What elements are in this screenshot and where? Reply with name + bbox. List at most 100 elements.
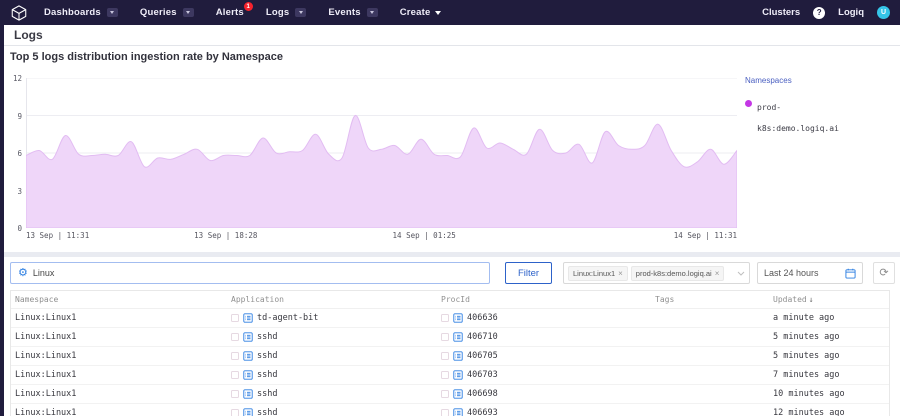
row-checkbox[interactable]	[231, 409, 239, 416]
namespace-cell: Linux:Linux1	[15, 332, 231, 342]
row-checkbox[interactable]	[441, 333, 449, 341]
nav-item-create[interactable]: Create	[400, 7, 442, 18]
row-checkbox[interactable]	[231, 352, 239, 360]
legend-item[interactable]: prod-k8s:demo.logiq.ai	[745, 97, 897, 139]
nav-item-queries[interactable]: Queries	[140, 7, 194, 18]
view-logs-icon[interactable]	[243, 351, 253, 361]
row-checkbox[interactable]	[231, 314, 239, 322]
view-logs-icon[interactable]	[453, 332, 463, 342]
time-range-picker[interactable]: Last 24 hours	[757, 262, 863, 284]
table-row[interactable]: Linux:Linux1sshd4067105 minutes ago	[11, 328, 889, 347]
table-row[interactable]: Linux:Linux1sshd4067037 minutes ago	[11, 366, 889, 385]
row-checkbox[interactable]	[231, 390, 239, 398]
chevron-down-icon[interactable]	[367, 8, 378, 17]
row-checkbox[interactable]	[231, 333, 239, 341]
row-checkbox[interactable]	[441, 409, 449, 416]
chevron-down-icon[interactable]	[737, 269, 745, 278]
nav-item-alerts[interactable]: Alerts1	[216, 7, 244, 18]
time-range-value: Last 24 hours	[764, 268, 845, 278]
application-label: sshd	[257, 332, 277, 342]
selected-tags: Linux:Linux1×prod-k8s:demo.logiq.ai×	[568, 266, 724, 281]
gear-icon[interactable]: ⚙	[18, 268, 28, 279]
row-checkbox[interactable]	[441, 352, 449, 360]
column-header-procid: ProcId	[441, 295, 655, 304]
refresh-icon[interactable]: ⟳	[873, 262, 895, 284]
nav-item-events[interactable]: Events	[328, 7, 377, 18]
procid-cell: 406703	[441, 370, 655, 380]
nav-item-label: Create	[400, 7, 431, 18]
x-tick-label: 13 Sep | 18:28	[194, 231, 257, 240]
row-checkbox[interactable]	[231, 371, 239, 379]
logs-card: ⚙ Filter Linux:Linux1×prod-k8s:demo.logi…	[4, 257, 900, 416]
procid-label: 406703	[467, 370, 498, 380]
application-label: sshd	[257, 408, 277, 416]
view-logs-icon[interactable]	[453, 313, 463, 323]
namespace-cell: Linux:Linux1	[15, 389, 231, 399]
view-logs-icon[interactable]	[453, 351, 463, 361]
procid-cell: 406705	[441, 351, 655, 361]
table-row[interactable]: Linux:Linux1sshd40669312 minutes ago	[11, 404, 889, 416]
remove-tag-icon[interactable]: ×	[715, 269, 720, 278]
search-input[interactable]	[33, 268, 482, 278]
procid-cell: 406693	[441, 408, 655, 416]
application-cell: sshd	[231, 351, 441, 361]
y-tick-label: 6	[6, 149, 22, 158]
application-cell: sshd	[231, 408, 441, 416]
user-avatar[interactable]: U	[877, 6, 890, 19]
view-logs-icon[interactable]	[243, 313, 253, 323]
search-box[interactable]: ⚙	[10, 262, 490, 284]
chevron-down-icon[interactable]	[107, 8, 118, 17]
tag-select[interactable]: Linux:Linux1×prod-k8s:demo.logiq.ai×	[563, 262, 750, 284]
nav-item-dashboards[interactable]: Dashboards	[44, 7, 118, 18]
view-logs-icon[interactable]	[243, 389, 253, 399]
page-title: Logs	[14, 28, 43, 42]
nav-item-label: Logs	[266, 7, 290, 18]
y-tick-label: 0	[6, 224, 22, 233]
view-logs-icon[interactable]	[453, 389, 463, 399]
nav-item-label: Dashboards	[44, 7, 101, 18]
remove-tag-icon[interactable]: ×	[618, 269, 623, 278]
row-checkbox[interactable]	[441, 314, 449, 322]
brand-label: Logiq	[838, 7, 864, 18]
column-header-updated[interactable]: Updated↓	[773, 295, 889, 304]
row-checkbox[interactable]	[441, 390, 449, 398]
row-checkbox[interactable]	[441, 371, 449, 379]
y-tick-label: 12	[6, 74, 22, 83]
view-logs-icon[interactable]	[243, 370, 253, 380]
procid-label: 406705	[467, 351, 498, 361]
nav-items: Dashboards Queries Alerts1 Logs Events Create	[44, 7, 441, 18]
application-label: td-agent-bit	[257, 313, 318, 323]
table-row[interactable]: Linux:Linux1sshd40669810 minutes ago	[11, 385, 889, 404]
filter-button[interactable]: Filter	[505, 262, 552, 284]
help-icon[interactable]: ?	[813, 7, 825, 19]
nav-item-clusters[interactable]: Clusters	[762, 7, 800, 18]
procid-label: 406698	[467, 389, 498, 399]
nav-item-logs[interactable]: Logs	[266, 7, 307, 18]
logiq-logo-icon[interactable]	[10, 4, 28, 22]
table-body: Linux:Linux1td-agent-bit406636a minute a…	[11, 309, 889, 416]
application-cell: sshd	[231, 389, 441, 399]
chevron-down-icon[interactable]	[295, 8, 306, 17]
procid-cell: 406698	[441, 389, 655, 399]
column-header-tags: Tags	[655, 295, 773, 304]
view-logs-icon[interactable]	[453, 408, 463, 416]
view-logs-icon[interactable]	[243, 408, 253, 416]
application-cell: sshd	[231, 370, 441, 380]
tag-chip: Linux:Linux1×	[568, 266, 628, 281]
tag-chip: prod-k8s:demo.logiq.ai×	[631, 266, 725, 281]
procid-label: 406636	[467, 313, 498, 323]
application-label: sshd	[257, 370, 277, 380]
sort-desc-icon: ↓	[809, 295, 814, 304]
y-tick-label: 3	[6, 187, 22, 196]
y-tick-label: 9	[6, 112, 22, 121]
application-label: sshd	[257, 351, 277, 361]
chevron-down-icon[interactable]	[183, 8, 194, 17]
page-header: Logs	[4, 25, 900, 46]
view-logs-icon[interactable]	[243, 332, 253, 342]
view-logs-icon[interactable]	[453, 370, 463, 380]
tag-chip-label: prod-k8s:demo.logiq.ai	[636, 269, 712, 278]
x-tick-label: 14 Sep | 11:31	[674, 231, 737, 240]
table-row[interactable]: Linux:Linux1sshd4067055 minutes ago	[11, 347, 889, 366]
calendar-icon[interactable]	[845, 268, 856, 279]
table-row[interactable]: Linux:Linux1td-agent-bit406636a minute a…	[11, 309, 889, 328]
